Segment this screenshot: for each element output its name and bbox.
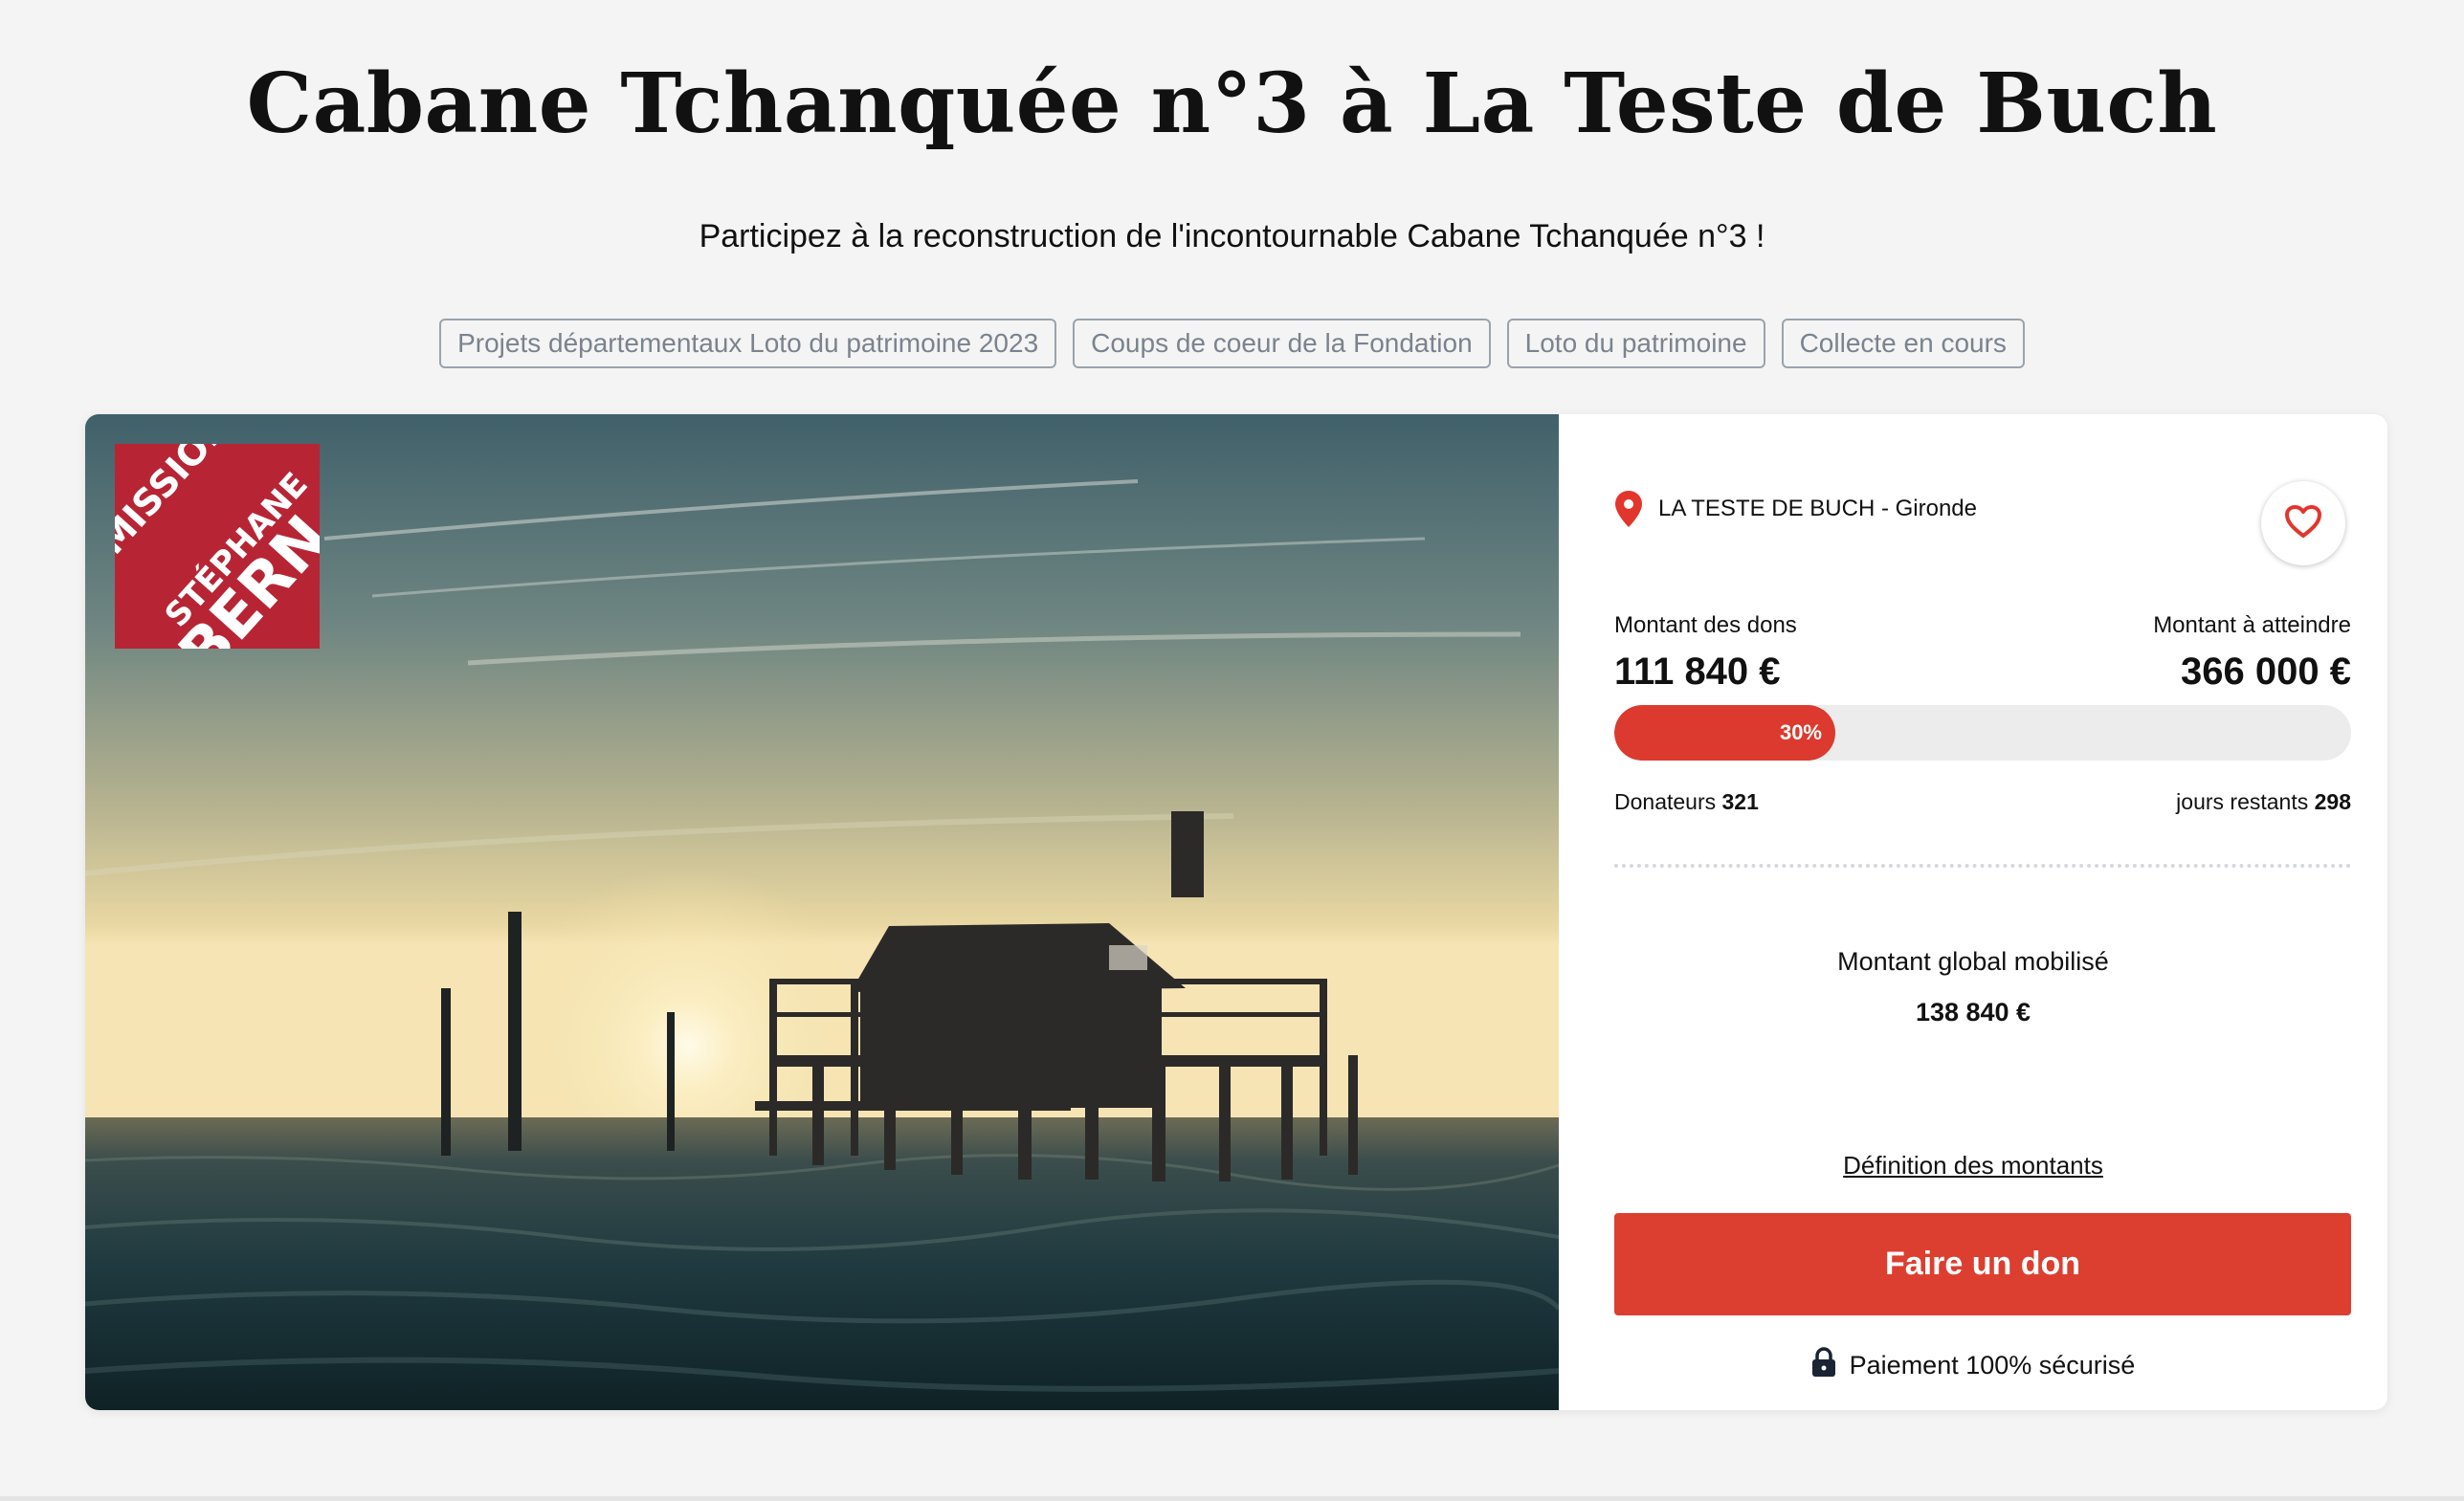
favorite-button[interactable] — [2261, 481, 2345, 565]
tag-list: Projets départementaux Loto du patrimoin… — [0, 319, 2464, 368]
global-amount-label: Montant global mobilisé — [1837, 947, 2109, 976]
global-amount-value: 138 840 € — [1915, 998, 2031, 1026]
page-title: Cabane Tchanquée n°3 à La Teste de Buch — [246, 55, 2218, 152]
project-location: LA TESTE DE BUCH - Gironde — [1614, 491, 1977, 527]
secure-payment: Paiement 100% sécurisé — [1559, 1347, 2387, 1384]
days-value: 298 — [2314, 789, 2351, 814]
donors-value: 321 — [1721, 789, 1759, 814]
donors-label: Donateurs — [1614, 789, 1717, 814]
days-label: jours restants — [2176, 789, 2309, 814]
days-stat: jours restants 298 — [2176, 789, 2351, 815]
divider — [1614, 864, 2351, 868]
tag-loto-2023[interactable]: Projets départementaux Loto du patrimoin… — [439, 319, 1057, 368]
tag-loto-patrimoine[interactable]: Loto du patrimoine — [1506, 319, 1765, 368]
goal-label: Montant à atteindre — [2153, 612, 2351, 638]
progress-label: 30% — [1779, 720, 1822, 744]
heart-icon — [2284, 504, 2322, 543]
project-photo: MISSION STÉPHANE BERN — [85, 414, 1559, 1410]
tag-coups-de-coeur[interactable]: Coups de coeur de la Fondation — [1073, 319, 1491, 368]
funding-panel: LA TESTE DE BUCH - Gironde Montant des d… — [1559, 414, 2387, 1410]
mission-stephane-bern-logo: MISSION STÉPHANE BERN — [115, 444, 320, 649]
map-pin-icon — [1614, 491, 1643, 527]
project-card: MISSION STÉPHANE BERN LA TESTE DE BUCH -… — [85, 414, 2387, 1410]
location-text: LA TESTE DE BUCH - Gironde — [1658, 496, 1977, 521]
lock-icon — [1811, 1347, 1836, 1384]
donations-value: 111 840 € — [1614, 651, 1781, 693]
amounts-definition-link[interactable]: Définition des montants — [1559, 1151, 2387, 1181]
progress-bar: 30% — [1614, 705, 2351, 761]
page-subtitle: Participez à la reconstruction de l'inco… — [699, 218, 1765, 254]
progress-fill: 30% — [1614, 705, 1835, 761]
donors-stat: Donateurs 321 — [1614, 789, 1759, 815]
secure-payment-text: Paiement 100% sécurisé — [1849, 1351, 2136, 1380]
donate-button[interactable]: Faire un don — [1614, 1213, 2351, 1315]
tag-collecte-en-cours[interactable]: Collecte en cours — [1781, 319, 2025, 368]
page-bottom-divider — [0, 1496, 2464, 1501]
donations-label: Montant des dons — [1614, 612, 1797, 638]
goal-value: 366 000 € — [2181, 651, 2351, 693]
